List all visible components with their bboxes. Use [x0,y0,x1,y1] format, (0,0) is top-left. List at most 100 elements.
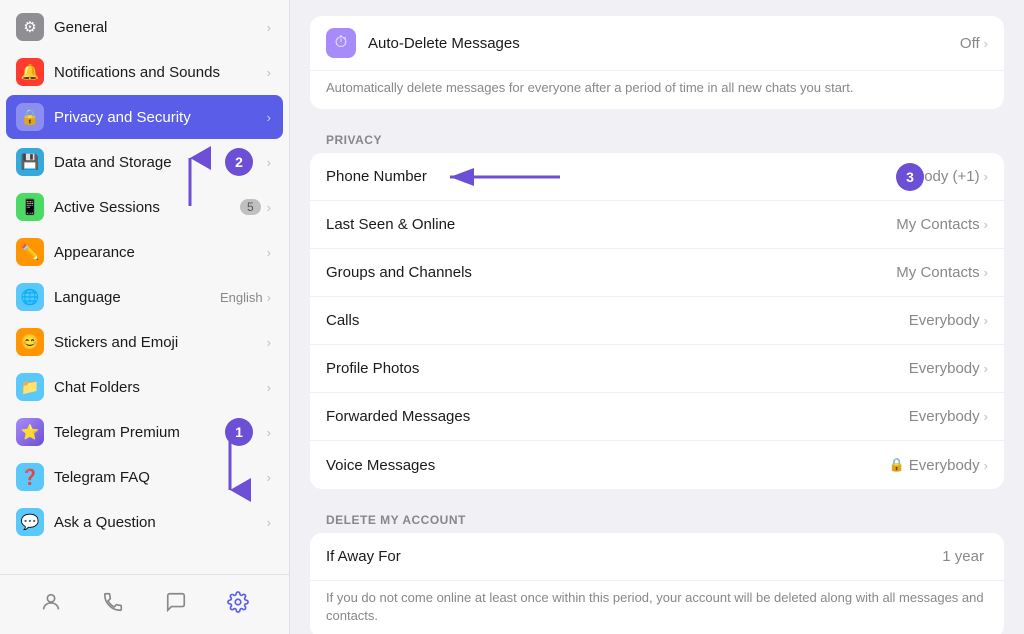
privacy-section-label: PRIVACY [310,119,1004,153]
stickers-icon: 😊 [16,328,44,356]
chevron-askquestion: › [267,515,271,530]
bottom-profile-icon[interactable] [32,583,70,627]
photos-value: Everybody [909,360,980,377]
bottom-chat-icon[interactable] [157,583,195,627]
sidebar-label-general: General [54,19,267,36]
lastseen-value: My Contacts [896,216,979,233]
sidebar-label-language: Language [54,289,220,306]
sidebar: ⚙ General › 🔔 Notifications and Sounds ›… [0,0,290,634]
voice-label: Voice Messages [326,457,889,474]
autodelete-value: Off [960,35,980,52]
autodelete-label: Auto-Delete Messages [368,35,960,52]
annotation-1: 1 [225,418,253,446]
sidebar-label-faq: Telegram FAQ [54,469,267,486]
forwarded-chevron: › [984,409,988,424]
chevron-stickers: › [267,335,271,350]
photos-label: Profile Photos [326,360,909,377]
delete-section-label: DELETE MY ACCOUNT [310,499,1004,533]
lastseen-label: Last Seen & Online [326,216,896,233]
lastseen-chevron: › [984,217,988,232]
sidebar-item-notifications[interactable]: 🔔 Notifications and Sounds › [6,50,283,94]
notifications-icon: 🔔 [16,58,44,86]
sidebar-list: ⚙ General › 🔔 Notifications and Sounds ›… [0,0,289,574]
groups-label: Groups and Channels [326,264,896,281]
sidebar-item-language[interactable]: 🌐 Language English › [6,275,283,319]
autodelete-chevron: › [984,36,988,51]
chevron-general: › [267,20,271,35]
chevron-faq: › [267,470,271,485]
sidebar-item-sessions[interactable]: 📱 Active Sessions 5 › [6,185,283,229]
sidebar-label-appearance: Appearance [54,244,267,261]
voice-value: Everybody [909,457,980,474]
sidebar-item-folders[interactable]: 📁 Chat Folders › [6,365,283,409]
chevron-appearance: › [267,245,271,260]
sessions-badge: 5 [240,199,261,215]
voice-chevron: › [984,458,988,473]
voice-lock-icon: 🔒 [889,457,905,473]
sidebar-item-general[interactable]: ⚙ General › [6,5,283,49]
annotation-3: 3 [896,163,924,191]
sidebar-label-stickers: Stickers and Emoji [54,334,267,351]
askquestion-icon: 💬 [16,508,44,536]
forwarded-value: Everybody [909,408,980,425]
chevron-premium: › [267,425,271,440]
chevron-privacy: › [267,110,271,125]
sidebar-item-premium[interactable]: ⭐ Telegram Premium 1 › [6,410,283,454]
sidebar-label-sessions: Active Sessions [54,199,240,216]
sidebar-item-faq[interactable]: ❓ Telegram FAQ › [6,455,283,499]
ifaway-description: If you do not come online at least once … [310,581,1004,634]
sidebar-item-appearance[interactable]: ✏️ Appearance › [6,230,283,274]
bottom-gear-icon[interactable] [219,583,257,627]
chevron-language: › [267,290,271,305]
chevron-notifications: › [267,65,271,80]
sidebar-item-data[interactable]: 💾 Data and Storage 2 › [6,140,283,184]
language-icon: 🌐 [16,283,44,311]
calls-value: Everybody [909,312,980,329]
phone-chevron: › [984,169,988,184]
language-value: English [220,290,263,305]
general-icon: ⚙ [16,13,44,41]
privacy-icon: 🔒 [16,103,44,131]
ifaway-label: If Away For [326,548,942,565]
folders-icon: 📁 [16,373,44,401]
forwarded-label: Forwarded Messages [326,408,909,425]
calls-label: Calls [326,312,909,329]
groups-value: My Contacts [896,264,979,281]
calls-chevron: › [984,313,988,328]
sidebar-label-folders: Chat Folders [54,379,267,396]
lastseen-row[interactable]: Last Seen & Online My Contacts › [310,201,1004,249]
sidebar-label-askquestion: Ask a Question [54,514,267,531]
sidebar-item-stickers[interactable]: 😊 Stickers and Emoji › [6,320,283,364]
chevron-data: › [267,155,271,170]
sidebar-item-askquestion[interactable]: 💬 Ask a Question › [6,500,283,544]
chevron-folders: › [267,380,271,395]
phone-number-label: Phone Number [326,168,897,185]
sidebar-label-privacy: Privacy and Security [54,109,267,126]
phone-number-row[interactable]: Phone Number 3 Nobody (+1) › [310,153,1004,201]
faq-icon: ❓ [16,463,44,491]
autodelete-description: Automatically delete messages for everyo… [310,71,1004,109]
chevron-sessions: › [267,200,271,215]
appearance-icon: ✏️ [16,238,44,266]
sessions-icon: 📱 [16,193,44,221]
bottom-phone-icon[interactable] [94,583,132,627]
privacy-card: Phone Number 3 Nobody (+1) › Last Seen &… [310,153,1004,489]
sidebar-item-privacy[interactable]: 🔒 Privacy and Security › [6,95,283,139]
main-content: ⏱ Auto-Delete Messages Off › Automatical… [290,0,1024,634]
ifaway-value: 1 year [942,548,984,565]
photos-row[interactable]: Profile Photos Everybody › [310,345,1004,393]
autodelete-card: ⏱ Auto-Delete Messages Off › Automatical… [310,16,1004,109]
autodelete-icon: ⏱ [326,28,356,58]
delete-card: If Away For 1 year If you do not come on… [310,533,1004,634]
groups-chevron: › [984,265,988,280]
voice-row[interactable]: Voice Messages 🔒 Everybody › [310,441,1004,489]
data-icon: 💾 [16,148,44,176]
groups-row[interactable]: Groups and Channels My Contacts › [310,249,1004,297]
sidebar-bottom-bar [0,574,289,634]
ifaway-row[interactable]: If Away For 1 year [310,533,1004,581]
forwarded-row[interactable]: Forwarded Messages Everybody › [310,393,1004,441]
photos-chevron: › [984,361,988,376]
autodelete-row[interactable]: ⏱ Auto-Delete Messages Off › [310,16,1004,71]
calls-row[interactable]: Calls Everybody › [310,297,1004,345]
sidebar-label-notifications: Notifications and Sounds [54,64,267,81]
